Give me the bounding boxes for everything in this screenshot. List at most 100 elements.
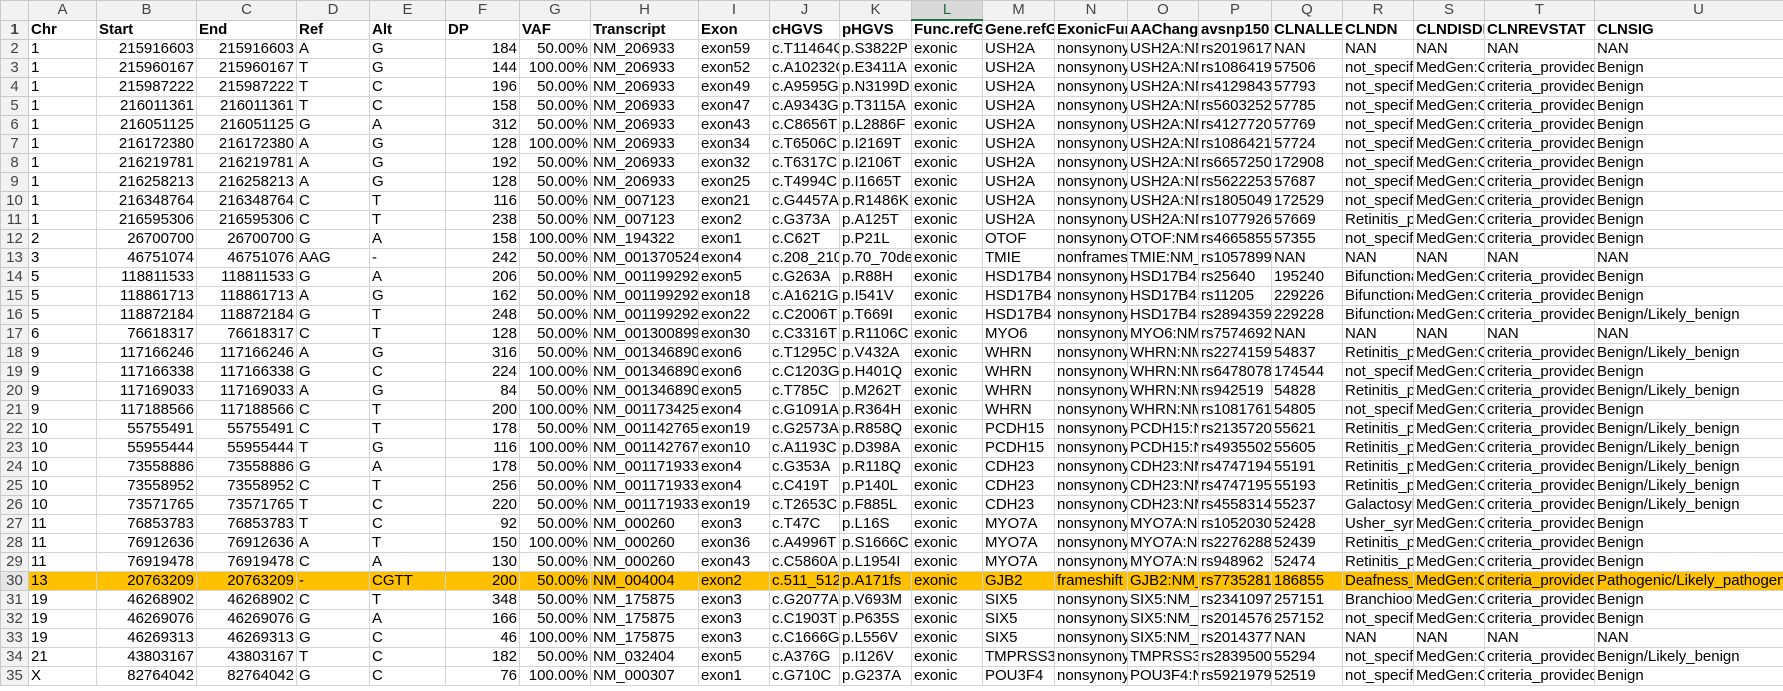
cell[interactable]: C xyxy=(369,77,446,97)
cell[interactable]: WHRN xyxy=(982,381,1055,401)
cell[interactable]: exonic xyxy=(911,248,983,268)
cell[interactable]: exon19 xyxy=(698,419,770,439)
cell[interactable]: exon4 xyxy=(698,457,770,477)
cell[interactable]: Benign xyxy=(1594,191,1783,211)
cell[interactable]: exon32 xyxy=(698,153,770,173)
cell[interactable]: nonsynony xyxy=(1054,134,1128,154)
cell[interactable]: nonsynony xyxy=(1054,96,1128,116)
cell[interactable]: NM_001199292 xyxy=(590,267,699,287)
cell[interactable]: 6 xyxy=(28,324,97,344)
cell[interactable]: NM_206933 xyxy=(590,115,699,135)
column-header-c[interactable]: C xyxy=(196,0,297,21)
cell[interactable]: NAN xyxy=(1413,39,1485,59)
row-header[interactable]: 31 xyxy=(0,590,29,610)
cell[interactable]: criteria_provided xyxy=(1484,153,1595,173)
cell[interactable]: c.C1903T xyxy=(769,609,840,629)
cell[interactable]: exon43 xyxy=(698,552,770,572)
cell[interactable]: exonic xyxy=(911,514,983,534)
cell[interactable]: T xyxy=(369,533,446,553)
cell[interactable]: 50.00% xyxy=(519,552,591,572)
cell[interactable]: exonic xyxy=(911,343,983,363)
cell[interactable]: G xyxy=(369,286,446,306)
cell[interactable]: 1 xyxy=(28,39,97,59)
cell[interactable]: exonic xyxy=(911,153,983,173)
cell[interactable]: nonsynony xyxy=(1054,666,1128,686)
cell[interactable]: NM_001346890 xyxy=(590,381,699,401)
cell[interactable]: nonsynony xyxy=(1054,210,1128,230)
cell[interactable]: 54837 xyxy=(1271,343,1343,363)
cell[interactable]: 46269313 xyxy=(196,628,297,648)
column-header-l[interactable]: L xyxy=(911,0,983,21)
cell[interactable]: nonsynony xyxy=(1054,172,1128,192)
cell[interactable]: exon47 xyxy=(698,96,770,116)
cell[interactable]: exon5 xyxy=(698,381,770,401)
cell[interactable]: criteria_provided xyxy=(1484,647,1595,667)
cell[interactable]: Benign/Likely_benign xyxy=(1594,495,1783,515)
cell[interactable]: not_specifi xyxy=(1342,229,1414,249)
cell[interactable]: 57724 xyxy=(1271,134,1343,154)
cell[interactable]: exonic xyxy=(911,400,983,420)
cell[interactable]: 118811533 xyxy=(196,267,297,287)
cell[interactable]: Pathogenic/Likely_pathogenic xyxy=(1594,571,1783,591)
cell[interactable]: Benign/Likely_benign xyxy=(1594,381,1783,401)
cell[interactable]: CDH23:NM xyxy=(1127,495,1199,515)
cell[interactable]: USH2A:NM xyxy=(1127,172,1199,192)
cell[interactable]: MedGen:C xyxy=(1413,666,1485,686)
cell[interactable]: exon2 xyxy=(698,210,770,230)
cell[interactable]: criteria_provided xyxy=(1484,172,1595,192)
cell[interactable]: c.T1295C xyxy=(769,343,840,363)
cell[interactable]: 117188566 xyxy=(196,400,297,420)
cell[interactable]: 11 xyxy=(28,514,97,534)
cell[interactable]: exonic xyxy=(911,381,983,401)
cell[interactable]: 196 xyxy=(445,77,520,97)
cell[interactable]: A xyxy=(296,381,370,401)
row-header[interactable]: 17 xyxy=(0,324,29,344)
cell[interactable]: Benign/Likely_benign xyxy=(1594,457,1783,477)
cell[interactable]: 50.00% xyxy=(519,495,591,515)
cell[interactable]: 46269076 xyxy=(96,609,197,629)
cell[interactable]: c.T47C xyxy=(769,514,840,534)
cell[interactable]: 182 xyxy=(445,647,520,667)
cell[interactable]: NM_001171933 xyxy=(590,457,699,477)
cell[interactable]: p.I2106T xyxy=(839,153,912,173)
cell[interactable]: C xyxy=(369,495,446,515)
cell[interactable]: NAN xyxy=(1342,324,1414,344)
cell[interactable]: 216219781 xyxy=(96,153,197,173)
cell[interactable]: c.C1666G xyxy=(769,628,840,648)
cell[interactable]: NAN xyxy=(1342,248,1414,268)
column-header-s[interactable]: S xyxy=(1413,0,1485,21)
cell[interactable]: criteria_provided xyxy=(1484,552,1595,572)
cell[interactable]: frameshift xyxy=(1054,571,1128,591)
cell[interactable]: 19 xyxy=(28,590,97,610)
cell[interactable]: rs1077926 xyxy=(1198,210,1272,230)
cell[interactable]: 76618317 xyxy=(96,324,197,344)
cell[interactable]: not_specifi xyxy=(1342,172,1414,192)
cell[interactable]: p.L1954I xyxy=(839,552,912,572)
cell[interactable]: Benign xyxy=(1594,514,1783,534)
cell[interactable]: WHRN:NM xyxy=(1127,343,1199,363)
cell[interactable]: rs4747194 xyxy=(1198,457,1272,477)
cell[interactable]: 43803167 xyxy=(196,647,297,667)
cell[interactable]: A xyxy=(369,115,446,135)
cell[interactable]: Ref xyxy=(296,19,370,40)
cell[interactable]: Benign/Likely_benign xyxy=(1594,305,1783,325)
cell[interactable]: c.G373A xyxy=(769,210,840,230)
cell[interactable]: 216595306 xyxy=(96,210,197,230)
cell[interactable]: Retinitis_pi xyxy=(1342,419,1414,439)
cell[interactable]: MedGen:C xyxy=(1413,305,1485,325)
cell[interactable]: not_specifi xyxy=(1342,191,1414,211)
cell[interactable]: 100.00% xyxy=(519,134,591,154)
cell[interactable]: rs5921979 xyxy=(1198,666,1272,686)
cell[interactable]: 1 xyxy=(28,134,97,154)
cell[interactable]: 1 xyxy=(28,191,97,211)
cell[interactable]: c.C2006T xyxy=(769,305,840,325)
cell[interactable]: Benign xyxy=(1594,210,1783,230)
cell[interactable]: T xyxy=(296,58,370,78)
cell[interactable]: NAN xyxy=(1594,39,1783,59)
cell[interactable]: NAN xyxy=(1413,324,1485,344)
cell[interactable]: WHRN:NM xyxy=(1127,400,1199,420)
cell[interactable]: Benign xyxy=(1594,267,1783,287)
cell[interactable]: 215916603 xyxy=(96,39,197,59)
cell[interactable]: 215987222 xyxy=(196,77,297,97)
cell[interactable]: G xyxy=(296,362,370,382)
